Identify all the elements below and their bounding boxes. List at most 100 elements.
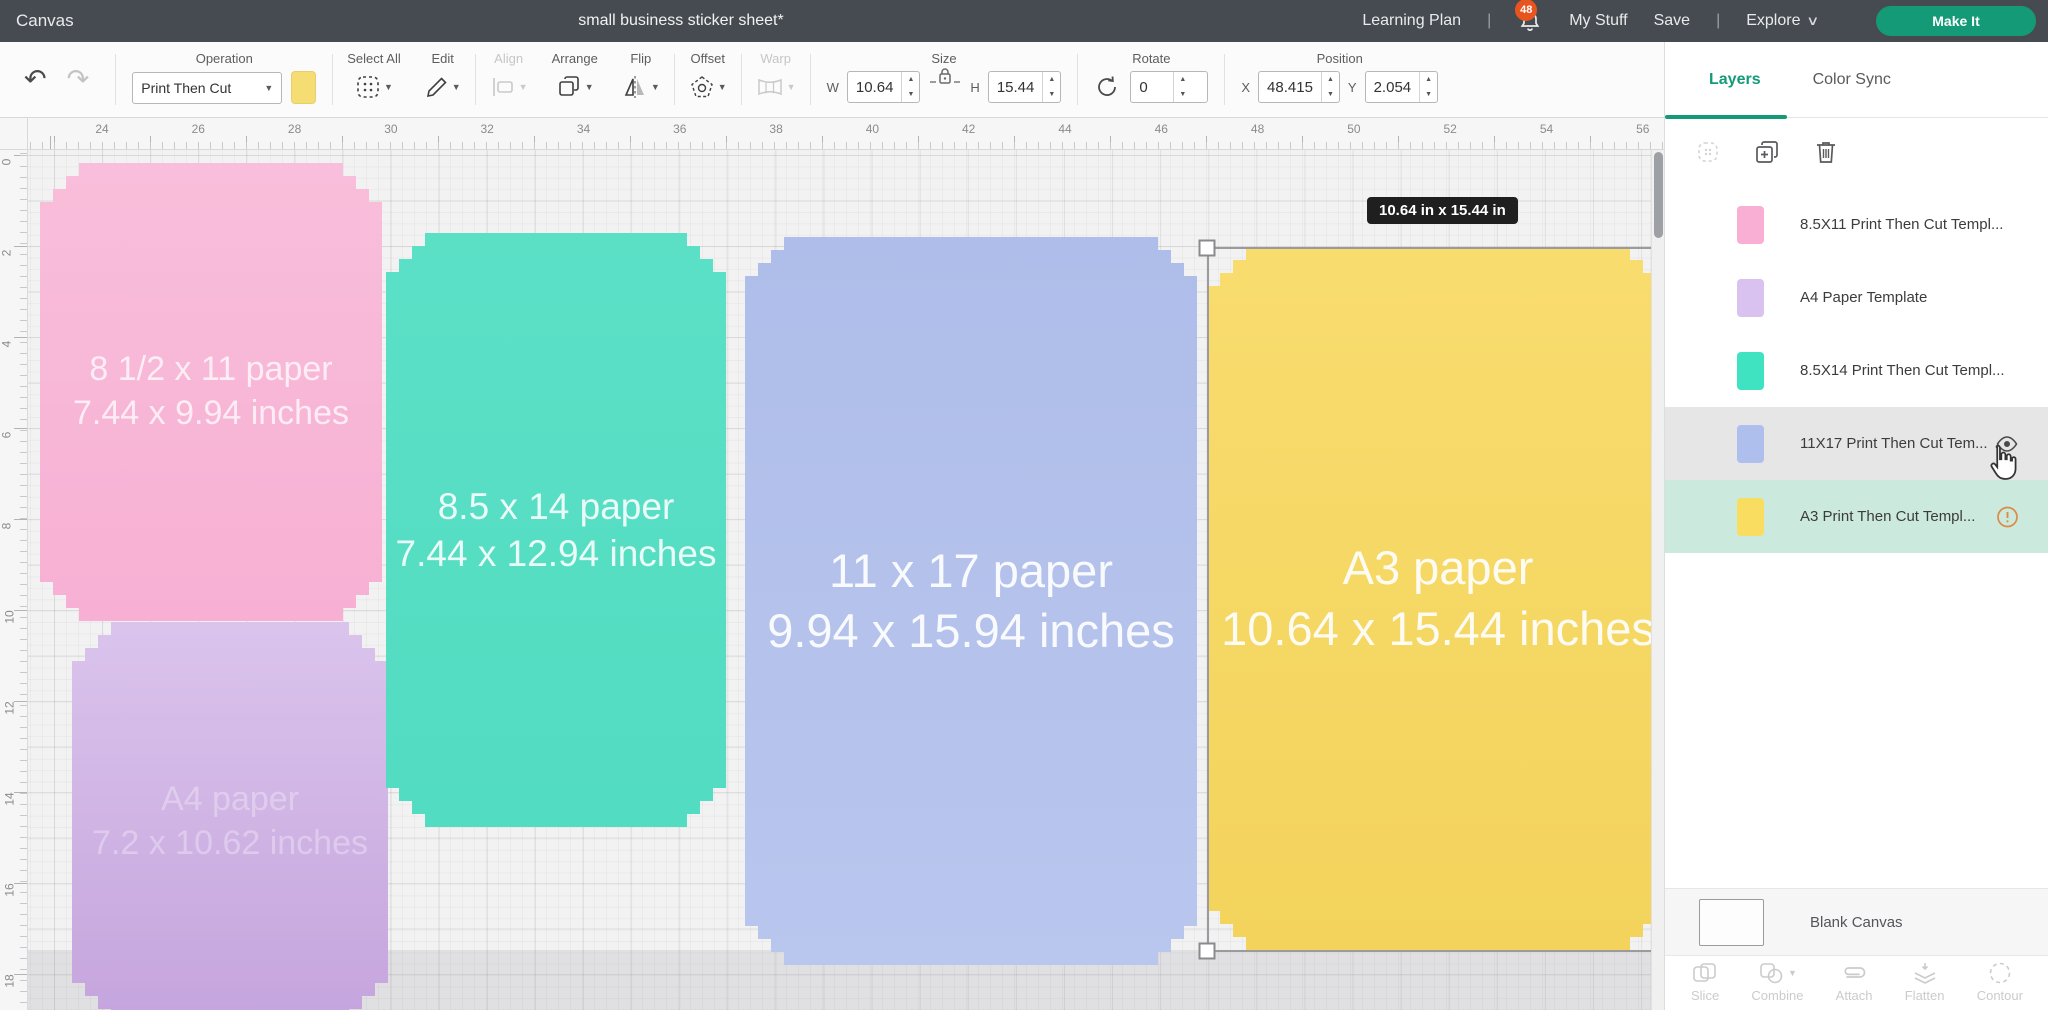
size-label: Size — [931, 51, 956, 66]
layer-swatch — [1737, 352, 1764, 390]
canvas-menu-button[interactable]: Canvas — [16, 0, 74, 42]
group-select-icon — [1695, 139, 1721, 165]
my-stuff-link[interactable]: My Stuff — [1569, 12, 1627, 30]
layers-panel: Layers Color Sync 8.5X11 Print Then Cut … — [1664, 42, 2048, 1010]
flatten-icon — [1912, 961, 1938, 985]
toolbar-divider — [115, 54, 116, 105]
flatten-button[interactable]: Flatten — [1905, 960, 1945, 1010]
layer-row-a4[interactable]: A4 Paper Template — [1665, 261, 2048, 334]
warning-icon[interactable] — [1996, 505, 2019, 528]
layer-label: 11X17 Print Then Cut Tem... — [1800, 435, 1988, 452]
rotate-group: Rotate 0 ▲▼ — [1080, 42, 1222, 117]
contour-button[interactable]: Contour — [1977, 960, 2023, 1010]
explore-menu[interactable]: Explore ∨ — [1746, 12, 1818, 30]
tab-color-sync[interactable]: Color Sync — [1813, 71, 1891, 89]
rotate-icon[interactable] — [1094, 74, 1120, 100]
canvas-vertical-scrollbar[interactable] — [1651, 150, 1664, 1010]
design-canvas[interactable]: 8 1/2 x 11 paper7.44 x 9.94 inches A4 pa… — [28, 150, 1664, 1010]
visibility-eye-icon[interactable] — [1995, 435, 2019, 453]
layer-label: 8.5X14 Print Then Cut Templ... — [1800, 362, 2005, 379]
select-all-button[interactable]: Select All ▼ — [335, 42, 412, 117]
layer-row-11x17[interactable]: 11X17 Print Then Cut Tem... — [1665, 407, 2048, 480]
selection-handle-top-left[interactable] — [1199, 240, 1216, 257]
ruler-label: 38 — [769, 122, 782, 136]
sheet-a4[interactable]: A4 paper7.2 x 10.62 inches — [72, 622, 388, 1010]
notifications-button[interactable]: 48 — [1517, 8, 1543, 34]
redo-button[interactable]: ↷ — [57, 64, 100, 95]
edit-button[interactable]: Edit ▼ — [413, 42, 473, 117]
combine-button[interactable]: ▼ Combine — [1751, 960, 1803, 1010]
operation-dropdown[interactable]: Print Then Cut ▼ — [132, 72, 282, 104]
flip-icon — [622, 74, 648, 100]
blank-canvas-label: Blank Canvas — [1810, 914, 1903, 931]
layer-list: 8.5X11 Print Then Cut Templ... A4 Paper … — [1665, 188, 2048, 553]
tab-layers[interactable]: Layers — [1709, 71, 1761, 89]
toolbar-divider — [810, 54, 811, 105]
width-input[interactable]: 10.64 ▲▼ — [847, 71, 921, 103]
align-icon — [490, 75, 516, 99]
cricut-design-space-app: Canvas small business sticker sheet* Lea… — [0, 0, 2048, 1010]
edit-pencil-icon — [425, 75, 449, 99]
ruler-label: 36 — [673, 122, 686, 136]
learning-plan-link[interactable]: Learning Plan — [1362, 12, 1461, 30]
scrollbar-thumb[interactable] — [1654, 152, 1663, 238]
position-group: Position X 48.415 ▲▼ Y 2.054 ▲▼ — [1227, 42, 1452, 117]
width-stepper[interactable]: ▲▼ — [901, 72, 919, 102]
rotate-input[interactable]: 0 ▲▼ — [1130, 71, 1208, 103]
ruler-label: 16 — [3, 883, 17, 896]
x-position-input[interactable]: 48.415 ▲▼ — [1258, 71, 1340, 103]
group-select-button[interactable] — [1695, 139, 1721, 165]
caret-down-icon: ▼ — [264, 83, 273, 93]
sheet-8-5x14[interactable]: 8.5 x 14 paper7.44 x 12.94 inches — [386, 233, 726, 827]
ruler-label: 44 — [1058, 122, 1071, 136]
ruler-label: 12 — [3, 701, 17, 714]
ruler-label: 30 — [384, 122, 397, 136]
blank-canvas-row[interactable]: Blank Canvas — [1665, 888, 2048, 955]
x-stepper[interactable]: ▲▼ — [1321, 72, 1339, 102]
ruler-label: 42 — [962, 122, 975, 136]
delete-layer-button[interactable] — [1813, 138, 1839, 166]
sheet-a3-selected[interactable]: A3 paper10.64 x 15.44 inches — [1207, 247, 1664, 950]
offset-button[interactable]: Offset ▼ — [677, 42, 739, 117]
history-group: ↶ ↷ — [0, 42, 113, 117]
warp-button[interactable]: Warp ▼ — [744, 42, 808, 117]
flip-button[interactable]: Flip ▼ — [610, 42, 672, 117]
warp-icon — [756, 76, 784, 98]
rotate-stepper[interactable]: ▲▼ — [1173, 72, 1191, 102]
ruler-label: 48 — [1251, 122, 1264, 136]
sheet-dims: 7.44 x 12.94 inches — [396, 530, 717, 577]
operation-color-swatch[interactable] — [291, 71, 316, 104]
y-stepper[interactable]: ▲▼ — [1419, 72, 1437, 102]
caret-down-icon: ▼ — [1788, 968, 1797, 978]
attach-button[interactable]: Attach — [1836, 960, 1873, 1010]
chevron-down-icon: ∨ — [1807, 13, 1820, 29]
sheet-title: A4 paper — [92, 778, 368, 822]
y-position-input[interactable]: 2.054 ▲▼ — [1365, 71, 1439, 103]
active-tab-indicator — [1665, 115, 1787, 119]
make-it-button[interactable]: Make It — [1876, 6, 2036, 36]
align-button[interactable]: Align ▼ — [478, 42, 540, 117]
undo-button[interactable]: ↶ — [14, 64, 57, 95]
slice-icon — [1691, 961, 1719, 985]
layer-row-a3[interactable]: A3 Print Then Cut Templ... — [1665, 480, 2048, 553]
caret-down-icon: ▼ — [651, 82, 660, 92]
sheet-dims: 10.64 x 15.44 inches — [1221, 599, 1655, 659]
duplicate-layer-button[interactable] — [1753, 138, 1781, 166]
layer-row-8-5x11[interactable]: 8.5X11 Print Then Cut Templ... — [1665, 188, 2048, 261]
size-lock-icon[interactable] — [928, 66, 962, 86]
select-all-icon — [355, 74, 381, 100]
slice-button[interactable]: Slice — [1691, 960, 1719, 1010]
selection-border-bottom — [1203, 950, 1664, 952]
sheet-dims: 7.44 x 9.94 inches — [73, 392, 349, 436]
selection-handle-bottom-left[interactable] — [1199, 943, 1216, 960]
sheet-8-5x11[interactable]: 8 1/2 x 11 paper7.44 x 9.94 inches — [40, 163, 382, 621]
layer-row-8-5x14[interactable]: 8.5X14 Print Then Cut Templ... — [1665, 334, 2048, 407]
arrange-button[interactable]: Arrange ▼ — [540, 42, 610, 117]
save-button[interactable]: Save — [1654, 12, 1690, 30]
height-input[interactable]: 15.44 ▲▼ — [988, 71, 1062, 103]
y-label: Y — [1348, 80, 1357, 95]
height-stepper[interactable]: ▲▼ — [1042, 72, 1060, 102]
sheet-11x17[interactable]: 11 x 17 paper9.94 x 15.94 inches — [745, 237, 1197, 965]
panel-tabs: Layers Color Sync — [1665, 42, 2048, 118]
top-bar: Canvas small business sticker sheet* Lea… — [0, 0, 2048, 42]
